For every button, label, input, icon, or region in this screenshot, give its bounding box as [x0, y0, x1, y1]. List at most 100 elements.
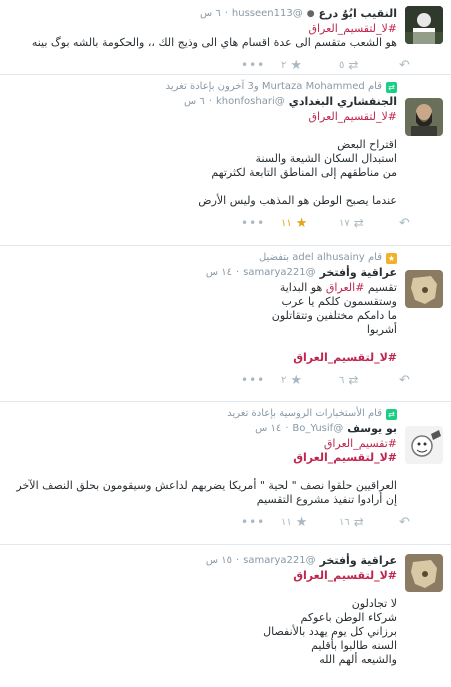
author-name[interactable]: عراقية وأفتخر — [320, 265, 397, 281]
tweet-line: عندما يصبح الوطن هو المذهب وليس الأرض — [198, 194, 397, 207]
star-icon: ★ — [290, 373, 303, 388]
hashtag-link[interactable]: #العراق — [326, 281, 365, 294]
tweet-time[interactable]: ٦ س — [200, 6, 221, 22]
author-name[interactable]: الجنفشاري البغدادي — [289, 94, 397, 110]
author-name[interactable]: عراقية وأفتخر — [320, 553, 397, 569]
retweet-icon: ⇄ — [353, 216, 364, 230]
tweet-line: برزاني كل يوم يهدد بالأنفصال — [263, 625, 397, 638]
tweet[interactable]: النقيب ابُوٌ درع ● @husseen113 · ٦ س #لا… — [0, 0, 451, 75]
avatar-image — [405, 98, 443, 136]
hashtag-link[interactable]: #لا_لتقسيم_العراق — [293, 569, 397, 582]
tweet-actions: ••• ١١ ★ ١٧ ⇄ ↶ — [16, 214, 410, 234]
tweet-time[interactable]: ٦ س — [184, 94, 205, 110]
avatar[interactable] — [405, 98, 443, 136]
context-text[interactable]: قام Murtaza Mohammed و3 آخرون بإعادة تغر… — [166, 80, 382, 94]
tweet-context: ★ قام adel alhusainy بتفضيل — [16, 251, 397, 265]
reply-icon[interactable]: ↶ — [399, 373, 410, 388]
tweet-time-sep: · — [285, 423, 289, 434]
hashtag-link[interactable]: #لا_لتقسيم_العراق — [293, 351, 397, 364]
retweet-icon: ⇄ — [386, 81, 397, 93]
retweet-button[interactable]: ٥ ⇄ — [339, 58, 358, 72]
retweet-icon: ⇄ — [353, 515, 364, 529]
avatar[interactable] — [405, 6, 443, 44]
author-handle[interactable]: @khonfoshari — [216, 94, 285, 110]
tweet-line: هو البداية — [279, 281, 326, 294]
author-handle[interactable]: @samarya221 — [243, 553, 315, 569]
star-icon: ★ — [295, 515, 308, 530]
tweet-line: السنه طالبوا بأقليم — [311, 639, 397, 652]
tweet-time[interactable]: ١٤ س — [255, 421, 281, 437]
reply-icon[interactable]: ↶ — [399, 216, 410, 231]
tweet-time-sep: · — [208, 96, 212, 107]
retweet-count: ٥ — [339, 59, 345, 71]
tweet-header: الجنفشاري البغدادي @khonfoshari · ٦ س — [16, 94, 397, 110]
timeline: النقيب ابُوٌ درع ● @husseen113 · ٦ س #لا… — [0, 0, 451, 687]
tweet-line: شركاء الوطن باعوكم — [300, 611, 397, 624]
tweet-line: هو الشعب متقسم الى عدة اقسام هاي الى وذي… — [31, 36, 397, 49]
reply-icon[interactable]: ↶ — [399, 515, 410, 530]
retweet-icon: ⇄ — [348, 373, 359, 387]
context-text[interactable]: قام الأستخبارات الروسية بإعادة تغريد — [227, 407, 382, 421]
favorite-count: ١١ — [281, 218, 292, 229]
tweet-line: أشربوا — [366, 323, 397, 336]
favorite-button[interactable]: ١١ ★ — [281, 216, 307, 231]
hashtag-link[interactable]: #تقسيم_العراق — [324, 437, 397, 450]
author-handle[interactable]: @samarya221 — [243, 265, 315, 281]
tweet-actions: ••• ٢ ★ ٥ ⇄ ↶ — [16, 56, 410, 76]
tweet-actions: ••• ١١ ★ ١٦ ⇄ ↶ — [16, 513, 410, 533]
tweet-text: #تقسيم_العراق #لا_لتقسيم_العراق العراقيي… — [16, 437, 397, 507]
favorite-button[interactable]: ١١ ★ — [281, 515, 307, 530]
avatar[interactable] — [405, 270, 443, 308]
tweet-line: من مناطقهم إلى المناطق التابعة لكثرتهم — [211, 166, 397, 179]
more-icon[interactable]: ••• — [241, 58, 265, 72]
tweet-header: عراقية وأفتخر @samarya221 · ١٤ س — [16, 265, 397, 281]
tweet-line: تقسيم — [364, 281, 397, 294]
tweet[interactable]: ⇄ قام الأستخبارات الروسية بإعادة تغريد ب… — [0, 402, 451, 545]
tweet-text: #لا_لتقسيم_العراق اقتراح البعض استبدال ا… — [16, 110, 397, 208]
avatar-image — [405, 270, 443, 308]
avatar[interactable] — [405, 554, 443, 592]
avatar[interactable] — [405, 426, 443, 464]
tweet-context: ⇄ قام الأستخبارات الروسية بإعادة تغريد — [16, 407, 397, 421]
author-name[interactable]: بو يوسف — [347, 421, 397, 437]
favorite-button[interactable]: ٢ ★ — [281, 58, 302, 73]
tweet-line: اقتراح البعض — [337, 138, 397, 151]
favorite-count: ٢ — [281, 375, 287, 386]
retweet-button[interactable]: ١٧ ⇄ — [339, 216, 364, 230]
hashtag-link[interactable]: #لا_لتقسيم_العراق — [308, 110, 397, 123]
tweet-context: ⇄ قام Murtaza Mohammed و3 آخرون بإعادة ت… — [16, 80, 397, 94]
author-handle[interactable]: @Bo_Yusif — [292, 421, 343, 437]
tweet-header: عراقية وأفتخر @samarya221 · ١٥ س — [16, 553, 397, 569]
star-icon: ★ — [386, 252, 397, 264]
tweet-text: #لا_لتقسيم_العراق هو الشعب متقسم الى عدة… — [16, 22, 397, 50]
tweet-text: تقسيم #العراق هو البداية وستقسمون كلكم ي… — [16, 281, 397, 365]
tweet-line: وستقسمون كلكم يا عرب — [281, 295, 397, 308]
reply-icon[interactable]: ↶ — [399, 58, 410, 73]
tweet[interactable]: ★ قام adel alhusainy بتفضيل عراقية وأفتخ… — [0, 246, 451, 402]
hashtag-link[interactable]: #لا_لتقسيم_العراق — [293, 451, 397, 464]
star-icon: ★ — [295, 216, 308, 231]
retweet-button[interactable]: ٦ ⇄ — [339, 373, 358, 387]
author-name[interactable]: النقيب ابُوٌ درع — [319, 6, 397, 22]
favorite-count: ٢ — [281, 60, 287, 71]
badge-icon: ● — [306, 9, 315, 19]
tweet[interactable]: ⇄ قام Murtaza Mohammed و3 آخرون بإعادة ت… — [0, 75, 451, 246]
more-icon[interactable]: ••• — [241, 515, 265, 529]
tweet-header: النقيب ابُوٌ درع ● @husseen113 · ٦ س — [16, 6, 397, 22]
favorite-button[interactable]: ٢ ★ — [281, 373, 302, 388]
tweet-line: العراقيين حلقوا نصف " لحية " أمريكا يضرب… — [16, 479, 397, 506]
retweet-button[interactable]: ١٦ ⇄ — [339, 515, 364, 529]
star-icon: ★ — [290, 58, 303, 73]
tweet-line: ما دامكم مختلفين وتتقاتلون — [271, 309, 397, 322]
tweet-time[interactable]: ١٥ س — [206, 553, 232, 569]
context-text[interactable]: قام adel alhusainy بتفضيل — [259, 251, 382, 265]
more-icon[interactable]: ••• — [241, 373, 265, 387]
more-icon[interactable]: ••• — [241, 216, 265, 230]
tweet[interactable]: عراقية وأفتخر @samarya221 · ١٥ س #لا_لتق… — [0, 545, 451, 687]
author-handle[interactable]: @husseen113 — [232, 6, 303, 22]
tweet-time-sep: · — [235, 555, 240, 566]
tweet-time[interactable]: ١٤ س — [206, 265, 232, 281]
favorite-count: ١١ — [281, 517, 292, 528]
hashtag-link[interactable]: #لا_لتقسيم_العراق — [308, 22, 397, 35]
avatar-image — [405, 554, 443, 592]
